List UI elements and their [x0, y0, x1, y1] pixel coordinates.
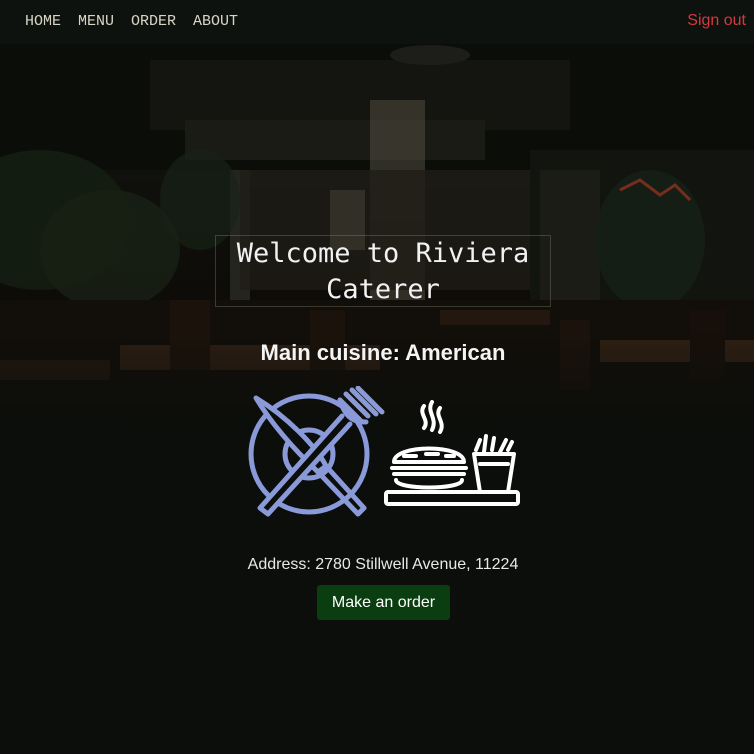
burger-and-fries-tray-icon: [384, 400, 520, 506]
nav-about-link[interactable]: ABOUT: [193, 13, 238, 30]
nav-links: HOME MENU ORDER ABOUT: [25, 13, 238, 30]
page-title: Welcome to Riviera Caterer: [236, 238, 530, 305]
make-order-button[interactable]: Make an order: [317, 585, 450, 620]
nav-order-link[interactable]: ORDER: [131, 13, 176, 30]
plate-with-cutlery-icon: [248, 386, 385, 517]
top-navbar: HOME MENU ORDER ABOUT Sign out: [0, 0, 754, 44]
nav-home-link[interactable]: HOME: [25, 13, 61, 30]
main-cuisine-heading: Main cuisine: American: [260, 340, 506, 365]
sign-out-link[interactable]: Sign out: [687, 12, 746, 30]
restaurant-address: Address: 2780 Stillwell Avenue, 11224: [247, 556, 519, 573]
nav-menu-link[interactable]: MENU: [78, 13, 114, 30]
